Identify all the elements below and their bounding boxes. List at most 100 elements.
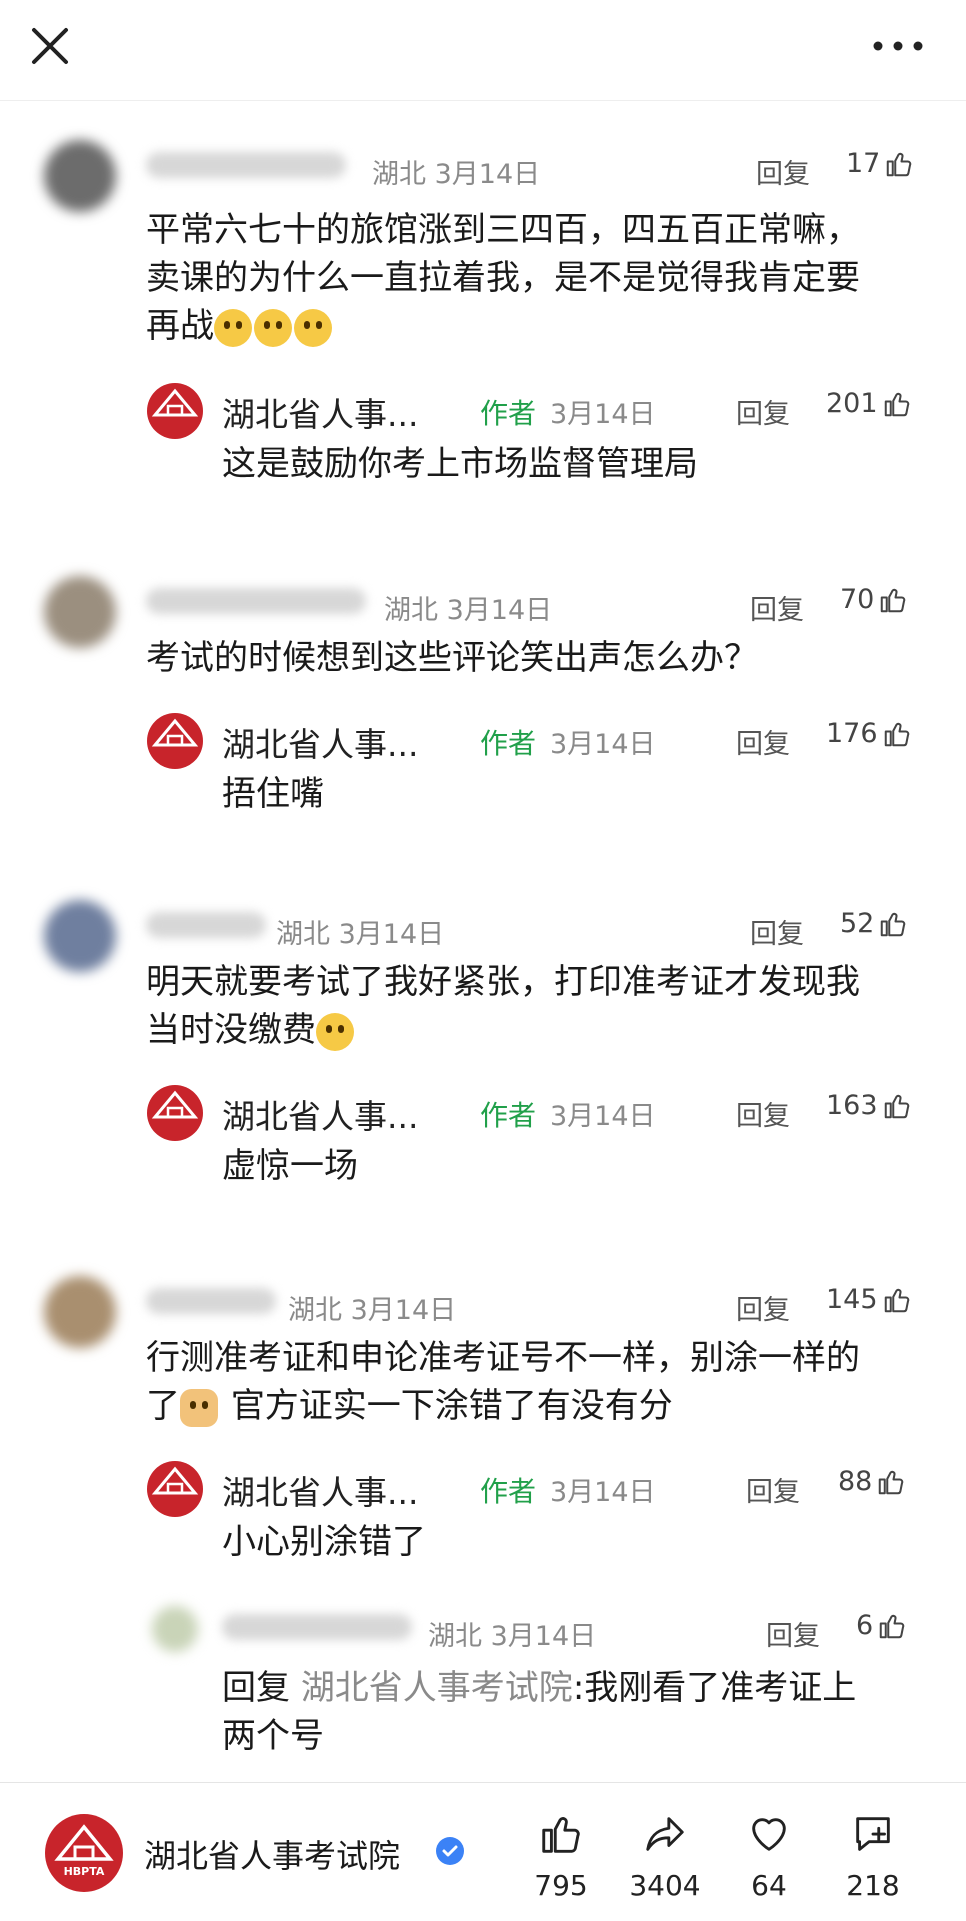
share-stat[interactable]: 3404 xyxy=(620,1811,710,1902)
username-blurred[interactable] xyxy=(146,152,346,178)
reply-button[interactable]: 回复 xyxy=(736,1288,790,1327)
thumbs-up-icon xyxy=(884,1094,909,1118)
comment-date: 3月14日 xyxy=(338,919,445,950)
author-reply: 湖北省人事... 作者 3月14日 回复 88 小心别涂错了 xyxy=(146,1460,926,1570)
avatar[interactable] xyxy=(44,900,116,972)
thumbs-up-icon xyxy=(887,152,912,176)
author-avatar[interactable] xyxy=(146,1084,204,1142)
comment-count: 218 xyxy=(846,1869,900,1902)
username-blurred[interactable] xyxy=(222,1614,412,1640)
reply-button[interactable]: 回复 xyxy=(736,392,790,431)
avatar[interactable] xyxy=(152,1606,198,1652)
avatar[interactable] xyxy=(44,1276,116,1348)
avatar[interactable] xyxy=(44,576,116,648)
reply-date: 3月14日 xyxy=(550,1477,656,1508)
author-tag: 作者 xyxy=(480,1475,537,1508)
like-button[interactable]: 88 xyxy=(838,1466,906,1497)
logo-text: HBPTA xyxy=(64,1865,105,1878)
favorite-count: 64 xyxy=(751,1869,787,1902)
account-name[interactable]: 湖北省人事考试院 xyxy=(144,1831,400,1877)
comment-text: 行测准考证和申论准考证号不一样，别涂一样的 了 官方证实一下涂错了有没有分 xyxy=(146,1338,860,1427)
author-name[interactable]: 湖北省人事... xyxy=(222,718,418,766)
like-button[interactable]: 52 xyxy=(840,908,908,939)
like-count: 201 xyxy=(826,388,878,419)
author-tag: 作者 xyxy=(480,1099,537,1132)
dog-face-emoji xyxy=(180,1388,218,1427)
account-logo[interactable]: HBPTA xyxy=(44,1813,124,1893)
thumbs-up-icon xyxy=(879,1614,905,1638)
more-dots-icon[interactable] xyxy=(870,28,926,64)
username-blurred[interactable] xyxy=(146,588,366,614)
comment-location: 湖北 xyxy=(384,595,438,626)
reply-button[interactable]: 回复 xyxy=(746,1470,800,1509)
reply-text: 这是鼓励你考上市场监督管理局 xyxy=(222,444,698,484)
comment-date: 3月14日 xyxy=(434,159,541,190)
like-button[interactable]: 70 xyxy=(840,584,908,615)
avatar[interactable] xyxy=(44,140,116,212)
author-reply: 湖北省人事... 作者 3月14日 回复 201 这是鼓励你考上市场监督管理局 xyxy=(146,382,926,502)
reply-button[interactable]: 回复 xyxy=(736,1094,790,1133)
dizzy-face-emoji xyxy=(214,308,252,347)
comment-location: 湖北 xyxy=(372,159,426,190)
author-avatar[interactable] xyxy=(146,382,204,440)
like-button[interactable]: 163 xyxy=(826,1090,912,1121)
like-button[interactable]: 17 xyxy=(846,148,914,179)
favorite-stat[interactable]: 64 xyxy=(724,1811,814,1902)
like-button[interactable]: 145 xyxy=(826,1284,912,1315)
reply-text: 小心别涂错了 xyxy=(222,1522,426,1562)
reply-button[interactable]: 回复 xyxy=(756,152,810,191)
reply-button[interactable]: 回复 xyxy=(736,722,790,761)
comment-2: 湖北 3月14日 回复 70 考试的时候想到这些评论笑出声怎么办？ 湖北省人事.… xyxy=(0,566,966,816)
author-reply: 湖北省人事... 作者 3月14日 回复 176 捂住嘴 xyxy=(146,712,926,822)
author-avatar[interactable] xyxy=(146,712,204,770)
author-tag: 作者 xyxy=(480,727,537,760)
username-blurred[interactable] xyxy=(146,912,266,938)
like-button[interactable]: 201 xyxy=(826,388,912,419)
author-name[interactable]: 湖北省人事... xyxy=(222,1466,418,1514)
thumbs-up-icon xyxy=(881,588,906,612)
comment-4: 湖北 3月14日 回复 145 行测准考证和申论准考证号不一样，别涂一样的 了 … xyxy=(0,1266,966,1766)
comment-location: 湖北 xyxy=(428,1621,482,1652)
comment-location: 湖北 xyxy=(276,919,330,950)
close-icon[interactable] xyxy=(28,24,72,68)
like-count: 88 xyxy=(838,1466,873,1497)
comment-text: 平常六七十的旅馆涨到三四百，四五百正常嘛， 卖课的为什么一直拉着我，是不是觉得我… xyxy=(146,210,860,347)
author-avatar[interactable] xyxy=(146,1460,204,1518)
reply-button[interactable]: 回复 xyxy=(750,588,804,627)
top-bar xyxy=(0,0,966,101)
comment-date: 3月14日 xyxy=(490,1621,597,1652)
reply-text: 虚惊一场 xyxy=(222,1146,358,1186)
like-stat[interactable]: 795 xyxy=(516,1811,606,1902)
comment-text: 明天就要考试了我好紧张，打印准考证才发现我 当时没缴费 xyxy=(146,962,860,1051)
author-name[interactable]: 湖北省人事... xyxy=(222,388,418,436)
author-tag: 作者 xyxy=(480,397,537,430)
share-icon xyxy=(646,1817,684,1851)
reply-target-link[interactable]: 湖北省人事考试院 xyxy=(301,1668,573,1708)
like-count: 70 xyxy=(840,584,875,615)
like-count: 145 xyxy=(826,1284,878,1315)
like-count: 6 xyxy=(856,1610,874,1641)
reply-button[interactable]: 回复 xyxy=(750,912,804,951)
comment-add-icon xyxy=(856,1817,890,1851)
verified-badge-icon xyxy=(434,1835,466,1867)
share-count: 3404 xyxy=(629,1869,701,1902)
like-count: 17 xyxy=(846,148,881,179)
slight-smile-emoji xyxy=(316,1012,354,1051)
reply-text: 回复 湖北省人事考试院:我刚看了准考证上 两个号 xyxy=(222,1668,857,1756)
like-count: 52 xyxy=(840,908,875,939)
like-count: 163 xyxy=(826,1090,878,1121)
comment-3: 湖北 3月14日 回复 52 明天就要考试了我好紧张，打印准考证才发现我 当时没… xyxy=(0,890,966,1190)
dizzy-face-emoji xyxy=(254,308,292,347)
comment-date: 3月14日 xyxy=(350,1295,457,1326)
like-button[interactable]: 6 xyxy=(856,1610,907,1641)
thumbs-up-icon xyxy=(884,392,909,416)
username-blurred[interactable] xyxy=(146,1288,276,1314)
like-count: 795 xyxy=(534,1869,588,1902)
author-name[interactable]: 湖北省人事... xyxy=(222,1090,418,1138)
thumbs-up-icon xyxy=(884,1288,909,1312)
bottom-action-bar: HBPTA 湖北省人事考试院 795 3404 64 218 xyxy=(0,1782,966,1921)
comment-stat[interactable]: 218 xyxy=(828,1811,918,1902)
reply-button[interactable]: 回复 xyxy=(766,1614,820,1653)
like-button[interactable]: 176 xyxy=(826,718,912,749)
comment-text: 考试的时候想到这些评论笑出声怎么办？ xyxy=(146,638,758,678)
